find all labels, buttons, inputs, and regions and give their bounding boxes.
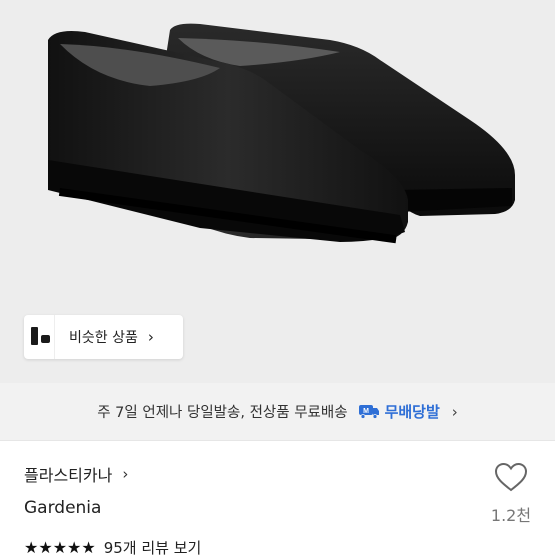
chevron-right-icon: › (147, 328, 154, 346)
free-shipping-badge: M 무배당발 (358, 401, 440, 422)
m-delivery-truck-icon: M (358, 405, 379, 419)
free-shipping-label: 무배당발 (384, 403, 440, 421)
shipping-text: 주 7일 언제나 당일발송, 전상품 무료배송 (97, 405, 348, 421)
similar-products-label: 비슷한 상품 (69, 330, 138, 346)
store-name: 플라스티카나 (24, 466, 113, 485)
similar-products-button[interactable]: 비슷한 상품 › (24, 315, 183, 359)
chevron-right-icon: › (122, 465, 129, 483)
product-image[interactable]: 비슷한 상품 › (0, 0, 555, 383)
svg-text:M: M (363, 408, 369, 415)
similar-product-thumbnail (24, 315, 55, 359)
rating-stars: ★★★★★ (24, 538, 96, 557)
shipping-banner[interactable]: 주 7일 언제나 당일발송, 전상품 무료배송 M 무배당발 › (0, 383, 555, 440)
chevron-right-icon: › (451, 402, 458, 421)
product-brand: Gardenia (24, 498, 102, 518)
heart-outline-icon (494, 462, 528, 492)
like-count: 1.2천 (490, 506, 532, 525)
section-divider (0, 440, 555, 441)
store-link[interactable]: 플라스티카나 › (24, 462, 128, 486)
like-button[interactable]: 1.2천 (487, 462, 535, 526)
